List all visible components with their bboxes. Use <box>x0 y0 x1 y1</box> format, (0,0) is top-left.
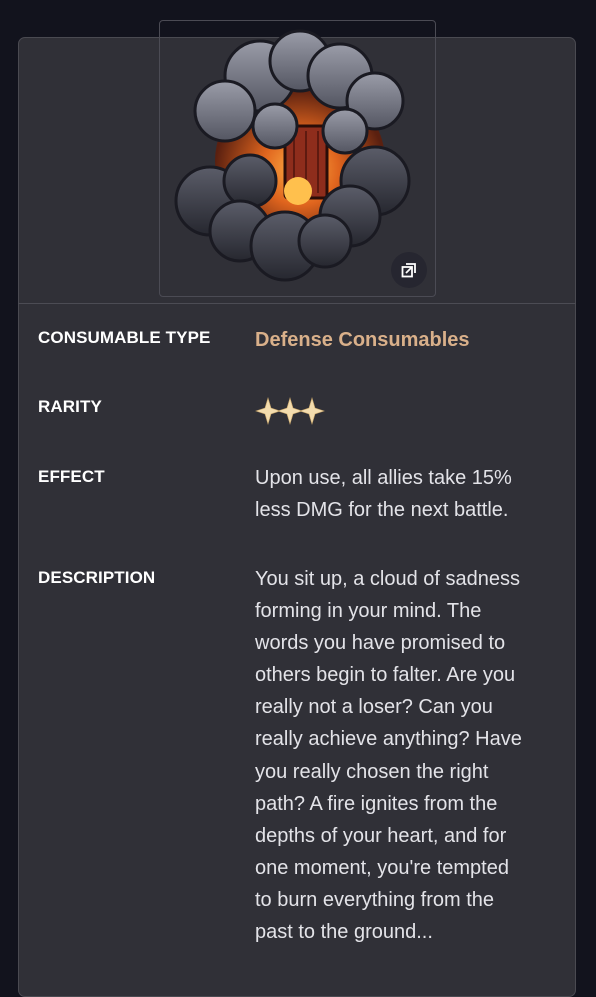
description-line: forming in your mind. The <box>255 600 482 623</box>
expand-image-button[interactable] <box>391 252 427 288</box>
effect-label: EFFECT <box>38 467 105 486</box>
consumable-type-label: CONSUMABLE TYPE <box>38 328 211 347</box>
star-icon <box>299 396 325 426</box>
item-image <box>174 29 411 282</box>
description-line: really achieve anything? Have <box>255 728 522 751</box>
description-line: past to the ground... <box>255 921 433 944</box>
effect-text: Upon use, all allies take 15% less DMG f… <box>255 462 512 526</box>
expand-icon <box>401 263 416 278</box>
description-line: You sit up, a cloud of sadness <box>255 568 520 590</box>
description-line: others begin to falter. Are you <box>255 664 516 687</box>
consumable-type-value: Defense Consumables <box>255 329 470 351</box>
star-icon <box>277 396 303 426</box>
rarity-label: RARITY <box>38 397 102 416</box>
star-icon <box>255 396 281 426</box>
description-text: You sit up, a cloud of sadness forming i… <box>255 563 522 948</box>
description-line: to burn everything from the <box>255 888 495 911</box>
effect-line: Upon use, all allies take 15% <box>255 467 512 489</box>
description-label: DESCRIPTION <box>38 568 156 587</box>
description-line: words you have promised to <box>255 632 506 655</box>
description-line: depths of your heart, and for <box>255 824 507 847</box>
effect-line: less DMG for the next battle. <box>255 499 509 522</box>
section-divider <box>18 303 576 304</box>
description-line: path? A fire ignites from the <box>255 792 498 815</box>
description-line: really not a loser? Can you <box>255 696 493 719</box>
rarity-stars <box>255 396 325 426</box>
description-line: you really chosen the right <box>255 760 489 783</box>
description-line: one moment, you're tempted <box>255 856 509 879</box>
